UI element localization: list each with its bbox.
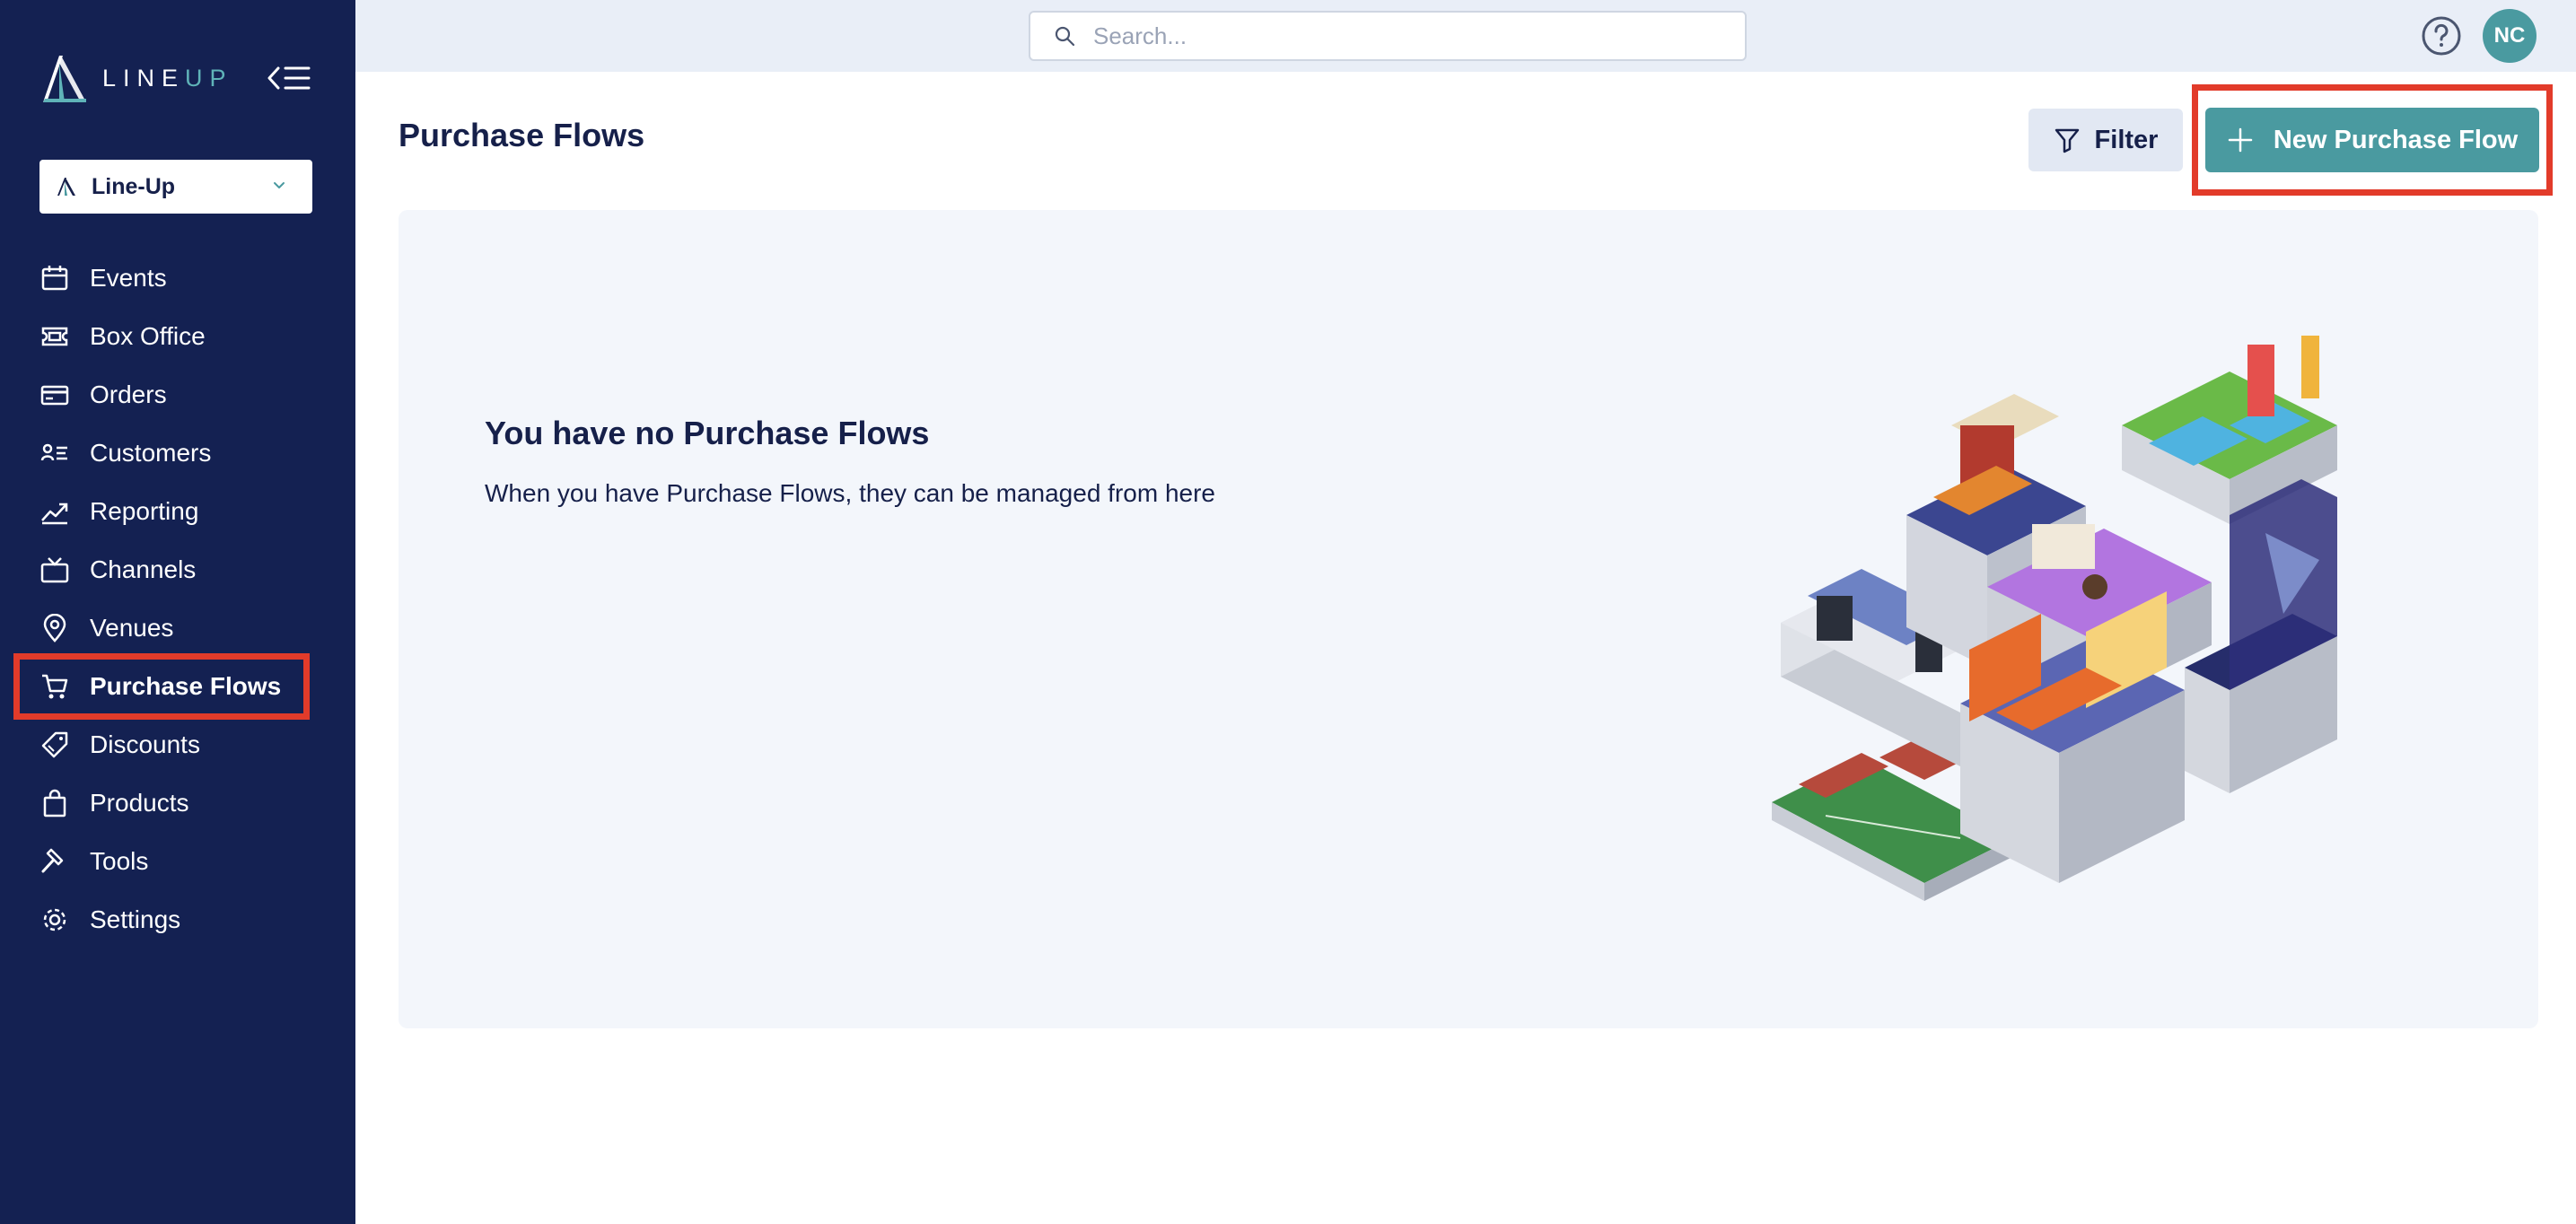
logo-mark-icon <box>43 56 86 102</box>
hammer-icon <box>39 846 70 877</box>
sidebar-item-label: Purchase Flows <box>90 672 282 700</box>
sidebar-item-venues[interactable]: Venues <box>20 601 303 655</box>
plus-icon <box>2228 127 2253 153</box>
ticket-icon <box>39 321 70 352</box>
tv-icon <box>39 555 70 585</box>
sidebar-item-label: Channels <box>90 555 197 583</box>
venues-illustration <box>1772 336 2337 901</box>
sidebar-item-box-office[interactable]: Box Office <box>20 310 303 363</box>
organization-select[interactable]: Line-Up <box>39 160 312 214</box>
sidebar-item-customers[interactable]: Customers <box>20 426 303 480</box>
sidebar-item-events[interactable]: Events <box>20 251 303 305</box>
trend-chart-icon <box>39 496 70 527</box>
sidebar-item-discounts[interactable]: Discounts <box>20 718 303 772</box>
empty-state-title: You have no Purchase Flows <box>485 415 930 451</box>
page-title: Purchase Flows <box>399 117 645 153</box>
sidebar: LINEUP Line-Up Events Box Office Orders … <box>0 0 355 1224</box>
calendar-icon <box>39 263 70 293</box>
sidebar-item-label: Orders <box>90 380 167 408</box>
sidebar-item-label: Customers <box>90 439 212 467</box>
collapse-menu-icon <box>267 66 311 90</box>
user-avatar[interactable]: NC <box>2483 9 2537 63</box>
search-input[interactable] <box>1093 22 1704 50</box>
sidebar-item-label: Discounts <box>90 730 200 758</box>
sidebar-item-label: Box Office <box>90 322 206 350</box>
cart-icon <box>39 671 70 702</box>
sidebar-item-label: Venues <box>90 614 174 642</box>
sidebar-item-label: Events <box>90 264 167 292</box>
sidebar-item-label: Products <box>90 789 189 817</box>
org-logo-icon <box>57 178 75 196</box>
new-purchase-flow-label: New Purchase Flow <box>2273 125 2519 154</box>
map-pin-icon <box>39 613 70 643</box>
sidebar-item-orders[interactable]: Orders <box>20 368 303 422</box>
sidebar-item-label: Tools <box>90 847 149 875</box>
gear-icon <box>39 905 70 935</box>
tag-icon <box>39 730 70 760</box>
chevron-down-icon <box>274 182 285 188</box>
collapse-sidebar-button[interactable] <box>267 63 312 93</box>
customer-list-icon <box>39 438 70 468</box>
sidebar-item-settings[interactable]: Settings <box>20 893 303 947</box>
sidebar-item-tools[interactable]: Tools <box>20 835 303 888</box>
organization-name: Line-Up <box>92 173 176 199</box>
filter-button[interactable]: Filter <box>2028 109 2183 171</box>
credit-card-icon <box>39 380 70 410</box>
sidebar-item-channels[interactable]: Channels <box>20 543 303 597</box>
sidebar-item-reporting[interactable]: Reporting <box>20 485 303 538</box>
sidebar-item-purchase-flows[interactable]: Purchase Flows <box>13 653 310 720</box>
help-icon <box>2422 16 2461 56</box>
shopping-bag-icon <box>39 788 70 818</box>
new-purchase-flow-button[interactable]: New Purchase Flow <box>2205 108 2539 172</box>
help-button[interactable] <box>2420 14 2463 57</box>
filter-icon <box>2055 128 2079 153</box>
sidebar-item-label: Settings <box>90 905 181 933</box>
logo-text: LINEUP <box>102 64 233 92</box>
search-icon <box>1055 26 1075 47</box>
empty-state-description: When you have Purchase Flows, they can b… <box>485 479 1215 507</box>
top-bar: NC <box>355 0 2576 72</box>
sidebar-item-products[interactable]: Products <box>20 776 303 830</box>
sidebar-item-label: Reporting <box>90 497 199 525</box>
empty-state-card: You have no Purchase Flows When you have… <box>399 210 2538 1028</box>
search-box[interactable] <box>1029 11 1747 61</box>
lineup-logo[interactable]: LINEUP <box>39 52 233 104</box>
filter-button-label: Filter <box>2094 125 2159 154</box>
